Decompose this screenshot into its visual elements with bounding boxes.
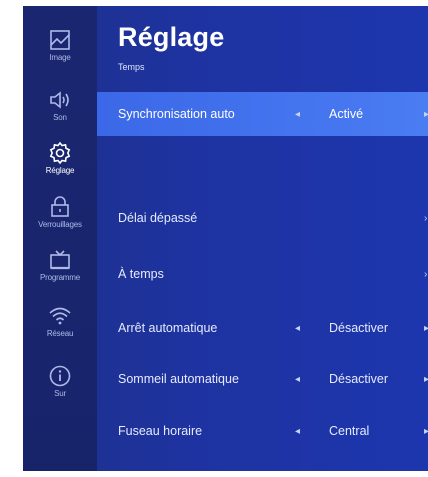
sidebar-item-label: Image	[49, 53, 71, 62]
speaker-icon	[50, 91, 69, 109]
wifi-icon	[49, 307, 71, 325]
arrow-left-icon[interactable]: ◂	[295, 109, 300, 120]
sidebar-item-label: Verrouillages	[38, 220, 82, 229]
setting-value: Désactiver	[329, 372, 389, 386]
sidebar-item-label: Sur	[54, 389, 66, 398]
arrow-left-icon[interactable]: ◂	[295, 374, 300, 385]
arrow-left-icon[interactable]: ◂	[295, 323, 300, 334]
setting-arret-automatique[interactable]: Arrêt automatique ◂ Désactiver ▸	[97, 306, 428, 350]
gear-icon	[49, 141, 71, 165]
arrow-left-icon[interactable]: ◂	[295, 426, 300, 437]
setting-label: Délai dépassé	[118, 211, 198, 225]
arrow-right-icon[interactable]: ▸	[424, 109, 428, 120]
setting-label: À temps	[118, 267, 164, 281]
sidebar-item-sur[interactable]: Sur	[23, 362, 97, 412]
setting-delai-depasse[interactable]: Délai dépassé ›	[97, 196, 428, 240]
arrow-right-icon[interactable]: ›	[424, 213, 427, 224]
setting-label: Arrêt automatique	[118, 321, 218, 335]
settings-screen: Image Son Réglage Verrouillages Programm…	[23, 6, 428, 471]
sidebar-item-image[interactable]: Image	[23, 26, 97, 76]
sidebar: Image Son Réglage Verrouillages Programm…	[23, 6, 97, 471]
sidebar-item-label: Réglage	[45, 166, 75, 175]
tv-icon	[50, 250, 70, 270]
sidebar-item-label: Réseau	[46, 329, 74, 338]
setting-sommeil-automatique[interactable]: Sommeil automatique ◂ Désactiver ▸	[97, 357, 428, 401]
setting-disabled-row	[97, 138, 428, 182]
page-title: Réglage	[118, 22, 225, 52]
setting-fuseau-horaire[interactable]: Fuseau horaire ◂ Central ▸	[97, 409, 428, 453]
arrow-right-icon[interactable]: ▸	[424, 374, 428, 385]
sidebar-item-verrouillages[interactable]: Verrouillages	[23, 193, 97, 243]
sidebar-item-label: Programme	[40, 273, 80, 282]
setting-value: Désactiver	[329, 321, 389, 335]
sidebar-item-son[interactable]: Son	[23, 86, 97, 136]
setting-label: Fuseau horaire	[118, 424, 203, 438]
arrow-right-icon[interactable]: ›	[424, 269, 427, 280]
arrow-right-icon[interactable]: ▸	[424, 323, 428, 334]
setting-label: Synchronisation auto	[118, 107, 235, 121]
setting-value: Central	[329, 424, 370, 438]
setting-label: Sommeil automatique	[118, 372, 239, 386]
setting-synchronisation-auto[interactable]: Synchronisation auto ◂ Activé ▸	[97, 92, 428, 136]
section-subtitle: Temps	[118, 62, 145, 72]
arrow-right-icon[interactable]: ▸	[424, 426, 428, 437]
sidebar-item-label: Son	[53, 113, 67, 122]
picture-icon	[50, 30, 70, 50]
setting-value: Activé	[329, 107, 364, 121]
sidebar-item-reseau[interactable]: Réseau	[23, 302, 97, 352]
sidebar-item-programme[interactable]: Programme	[23, 246, 97, 296]
sidebar-item-reglage[interactable]: Réglage	[23, 139, 97, 189]
setting-a-temps[interactable]: À temps ›	[97, 252, 428, 296]
info-icon	[49, 365, 71, 387]
lock-icon	[51, 196, 69, 217]
